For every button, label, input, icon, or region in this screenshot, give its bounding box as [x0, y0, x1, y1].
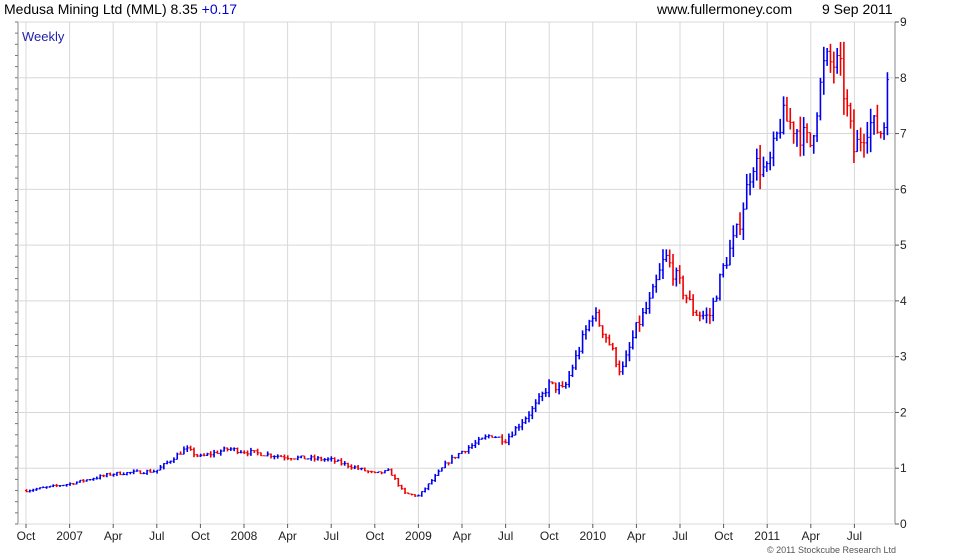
x-tick-label: 2010 [579, 529, 606, 543]
y-tick-label: 0 [900, 517, 907, 531]
x-tick-label: Oct [365, 529, 384, 543]
y-tick-label: 9 [900, 15, 907, 29]
x-tick-label: 2009 [405, 529, 432, 543]
x-tick-label: 2011 [754, 529, 780, 543]
x-tick-label: Apr [801, 529, 820, 543]
x-tick-label: Oct [17, 529, 36, 543]
x-tick-label: Oct [714, 529, 733, 543]
y-tick-label: 8 [900, 71, 907, 85]
x-tick-label: Jul [149, 529, 164, 543]
y-tick-label: 3 [900, 350, 907, 364]
x-tick-label: Jul [324, 529, 339, 543]
y-tick-label: 4 [900, 294, 907, 308]
x-tick-label: Oct [540, 529, 559, 543]
copyright-credit: © 2011 Stockcube Research Ltd [766, 545, 896, 555]
frequency-label: Weekly [22, 29, 65, 44]
price-chart: 0 1 2 3 4 5 6 7 8 9 Oct 2007 Apr Jul Oct 2008 Apr Jul Oct 2… [15, 15, 907, 543]
y-tick-label: 6 [900, 182, 907, 196]
x-tick-label: 2007 [56, 529, 83, 543]
x-tick-label: Jul [672, 529, 687, 543]
x-tick-label: Apr [278, 529, 297, 543]
x-tick-label: Jul [498, 529, 513, 543]
x-tick-label: Apr [627, 529, 646, 543]
x-tick-label: Apr [104, 529, 123, 543]
y-tick-label: 5 [900, 238, 907, 252]
x-tick-label: Jul [847, 529, 862, 543]
x-tick-label: 2008 [231, 529, 258, 543]
y-tick-label: 1 [900, 461, 907, 475]
y-tick-label: 2 [900, 405, 907, 419]
plot-area [17, 21, 896, 525]
y-tick-label: 7 [900, 127, 907, 141]
x-tick-label: Apr [453, 529, 472, 543]
x-tick-label: Oct [191, 529, 210, 543]
